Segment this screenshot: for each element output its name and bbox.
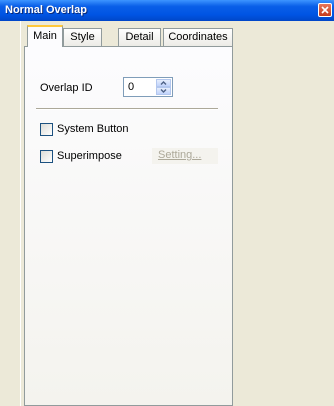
tab-style[interactable]: Style — [63, 28, 102, 46]
overlap-id-spinner[interactable]: 0 — [123, 77, 173, 97]
superimpose-label[interactable]: Superimpose — [57, 150, 122, 162]
title-bar[interactable]: Normal Overlap — [0, 0, 334, 21]
tab-style-label: Style — [70, 31, 95, 43]
spinner-down-button[interactable] — [156, 87, 171, 95]
window-title: Normal Overlap — [5, 4, 87, 16]
overlap-id-value[interactable]: 0 — [128, 81, 134, 93]
tab-coordinates[interactable]: Coordinates — [163, 28, 233, 46]
tab-detail-label: Detail — [125, 31, 154, 43]
tab-main[interactable]: Main — [27, 25, 63, 47]
tab-content-main — [24, 46, 233, 406]
tab-main-label: Main — [33, 30, 57, 42]
close-icon — [321, 6, 329, 14]
tab-coordinates-label: Coordinates — [168, 31, 228, 43]
chevron-down-icon — [160, 89, 167, 93]
system-button-checkbox[interactable] — [40, 123, 53, 136]
setting-button[interactable]: Setting... — [152, 148, 218, 164]
tab-detail[interactable]: Detail — [118, 28, 161, 46]
system-button-label[interactable]: System Button — [57, 123, 129, 135]
overlap-id-label: Overlap ID — [40, 82, 93, 94]
chevron-up-icon — [160, 81, 167, 85]
spinner-buttons — [156, 79, 171, 95]
section-divider — [36, 108, 218, 110]
spinner-up-button[interactable] — [156, 79, 171, 87]
dialog-window: Normal Overlap Main Style Detail Coordin… — [0, 0, 334, 406]
superimpose-checkbox[interactable] — [40, 150, 53, 163]
setting-button-label: Setting... — [158, 149, 202, 161]
close-button[interactable] — [318, 3, 332, 17]
